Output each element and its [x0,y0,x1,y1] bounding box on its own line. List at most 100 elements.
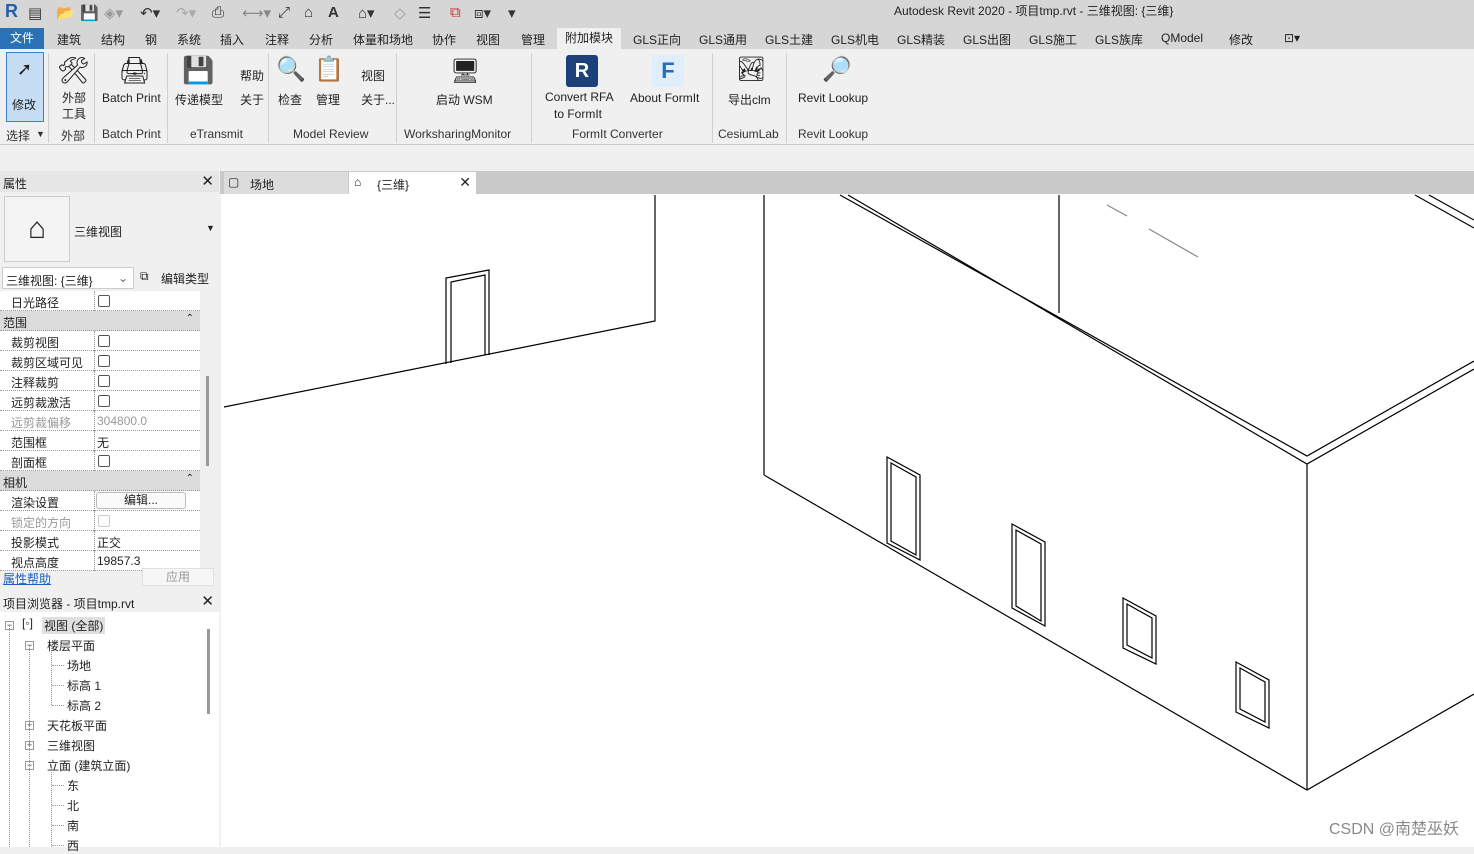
tree-item[interactable]: 楼层平面 [47,637,95,654]
tab-3[interactable]: 钢 [145,31,157,48]
switch-windows-icon[interactable]: ⧈▾ [474,4,491,22]
tree-item[interactable]: 北 [67,797,79,814]
collapse-icon[interactable]: ⌃ [186,473,194,484]
property-checkbox[interactable] [98,295,110,307]
thin-lines-icon[interactable]: ☰ [418,4,431,22]
recent-files-icon[interactable]: ▤ [28,4,42,22]
redo-icon[interactable]: ↷▾ [176,4,196,22]
tab-4[interactable]: 系统 [177,31,201,48]
properties-scrollbar[interactable] [206,376,209,466]
tab-15[interactable]: GLS土建 [765,31,813,48]
view-tab-site[interactable]: ▢ 场地 [224,172,348,194]
property-value[interactable]: 19857.3 [97,554,140,568]
instance-selector[interactable]: 三维视图: {三维} ⌄ [2,267,134,289]
ribbon-minimize-icon[interactable]: ⊡▾ [1284,31,1300,45]
save-icon[interactable]: 💾 [80,4,99,22]
tab-18[interactable]: GLS出图 [963,31,1011,48]
tree-item[interactable]: 三维视图 [47,737,95,754]
collapse-icon[interactable]: ⌃ [186,313,194,324]
view-tab-3d[interactable]: ⌂ {三维} ✕ [349,172,476,194]
tree-item[interactable]: 视图 (全部) [42,617,106,634]
select-panel-label[interactable]: 选择 [6,127,30,144]
property-checkbox[interactable] [98,335,110,347]
batch-print-button[interactable]: Batch Print [102,91,161,105]
type-selector[interactable]: 三维视图 [74,223,122,240]
property-group[interactable]: 范围 ⌃ [0,311,200,331]
property-checkbox[interactable] [98,375,110,387]
tab-21[interactable]: QModel [1161,31,1203,45]
measure-icon[interactable]: ⟷▾ [242,4,271,22]
open-icon[interactable]: 📂 [56,4,75,22]
tab-17[interactable]: GLS精装 [897,31,945,48]
tab-5[interactable]: 插入 [220,31,244,48]
about-button[interactable]: 关于 [240,91,264,108]
about-formit-button[interactable]: About FormIt [630,91,699,105]
tree-item[interactable]: 南 [67,817,79,834]
tab-13[interactable]: GLS正向 [633,31,681,48]
about-review-button[interactable]: 关于... [361,91,395,108]
tree-item[interactable]: 天花板平面 [47,717,107,734]
property-group[interactable]: 相机 ⌃ [0,471,200,491]
revit-lookup-button[interactable]: Revit Lookup [798,91,868,105]
property-value[interactable]: 无 [97,434,109,451]
check-button[interactable]: 检查 [278,91,302,108]
export-clm-button[interactable]: 导出clm [728,91,771,108]
chevron-down-icon[interactable]: ▼ [36,129,45,139]
3d-view-canvas[interactable]: CSDN @南楚巫妖 [221,194,1474,847]
tab-2[interactable]: 结构 [101,31,125,48]
edit-type-button[interactable]: 编辑类型 [161,270,209,287]
revit-logo-icon[interactable]: R [5,1,18,22]
tab-12[interactable]: 附加模块 [557,28,622,49]
external-tools-label-2[interactable]: 工具 [62,105,86,122]
properties-help-link[interactable]: 属性帮助 [3,570,51,587]
undo-icon[interactable]: ↶▾ [140,4,160,22]
help-button[interactable]: 帮助 [240,67,264,84]
tab-10[interactable]: 视图 [476,31,500,48]
tree-item[interactable]: 东 [67,777,79,794]
edit-render-settings-button[interactable]: 编辑... [96,492,186,509]
convert-rfa-label-2[interactable]: to FormIt [554,107,602,121]
tree-item[interactable]: 场地 [67,657,91,674]
start-wsm-button[interactable]: 启动 WSM [436,91,493,108]
tab-20[interactable]: GLS族库 [1095,31,1143,48]
tab-0[interactable]: 文件 [0,28,44,49]
edit-type-icon[interactable]: ⧉ [140,269,149,284]
sync-icon[interactable]: ◈▾ [104,4,123,22]
view-button[interactable]: 视图 [361,67,385,84]
close-hidden-icon[interactable]: ⧉ [450,4,461,21]
tab-1[interactable]: 建筑 [57,31,81,48]
convert-rfa-button[interactable]: Convert RFA [545,90,614,104]
section-icon[interactable]: ◇ [394,4,406,22]
tab-16[interactable]: GLS机电 [831,31,879,48]
customize-icon[interactable]: ▾ [508,4,516,22]
tab-14[interactable]: GLS通用 [699,31,747,48]
tag-icon[interactable]: ⌂ [304,4,313,21]
tree-item[interactable]: 标高 1 [67,677,101,694]
transmit-model-button[interactable]: 传递模型 [175,91,223,108]
tree-item[interactable]: 标高 2 [67,697,101,714]
close-icon[interactable]: ✕ [459,174,471,191]
external-tools-label[interactable]: 外部 [62,89,86,106]
property-value[interactable]: 正交 [97,534,121,551]
browser-scrollbar[interactable] [207,629,210,714]
tab-9[interactable]: 协作 [432,31,456,48]
property-checkbox[interactable] [98,395,110,407]
property-checkbox[interactable] [98,355,110,367]
tab-6[interactable]: 注释 [265,31,289,48]
property-checkbox[interactable] [98,455,110,467]
close-icon[interactable]: ✕ [201,592,214,610]
close-icon[interactable]: ✕ [201,172,214,190]
tab-7[interactable]: 分析 [309,31,333,48]
dimension-icon[interactable]: ⤢ [278,4,290,21]
manage-button[interactable]: 管理 [316,91,340,108]
tab-22[interactable]: 修改 [1229,31,1253,48]
print-icon[interactable]: ⎙ [212,4,224,21]
tab-8[interactable]: 体量和场地 [353,31,413,48]
tree-item[interactable]: 立面 (建筑立面) [47,757,130,774]
tab-19[interactable]: GLS施工 [1029,31,1077,48]
chevron-down-icon[interactable]: ▼ [206,223,215,233]
modify-button[interactable]: ➚ 修改 [6,52,44,122]
3d-view-icon[interactable]: ⌂▾ [358,4,375,22]
tree-item[interactable]: 西 [67,837,79,854]
apply-button[interactable]: 应用 [142,568,214,586]
